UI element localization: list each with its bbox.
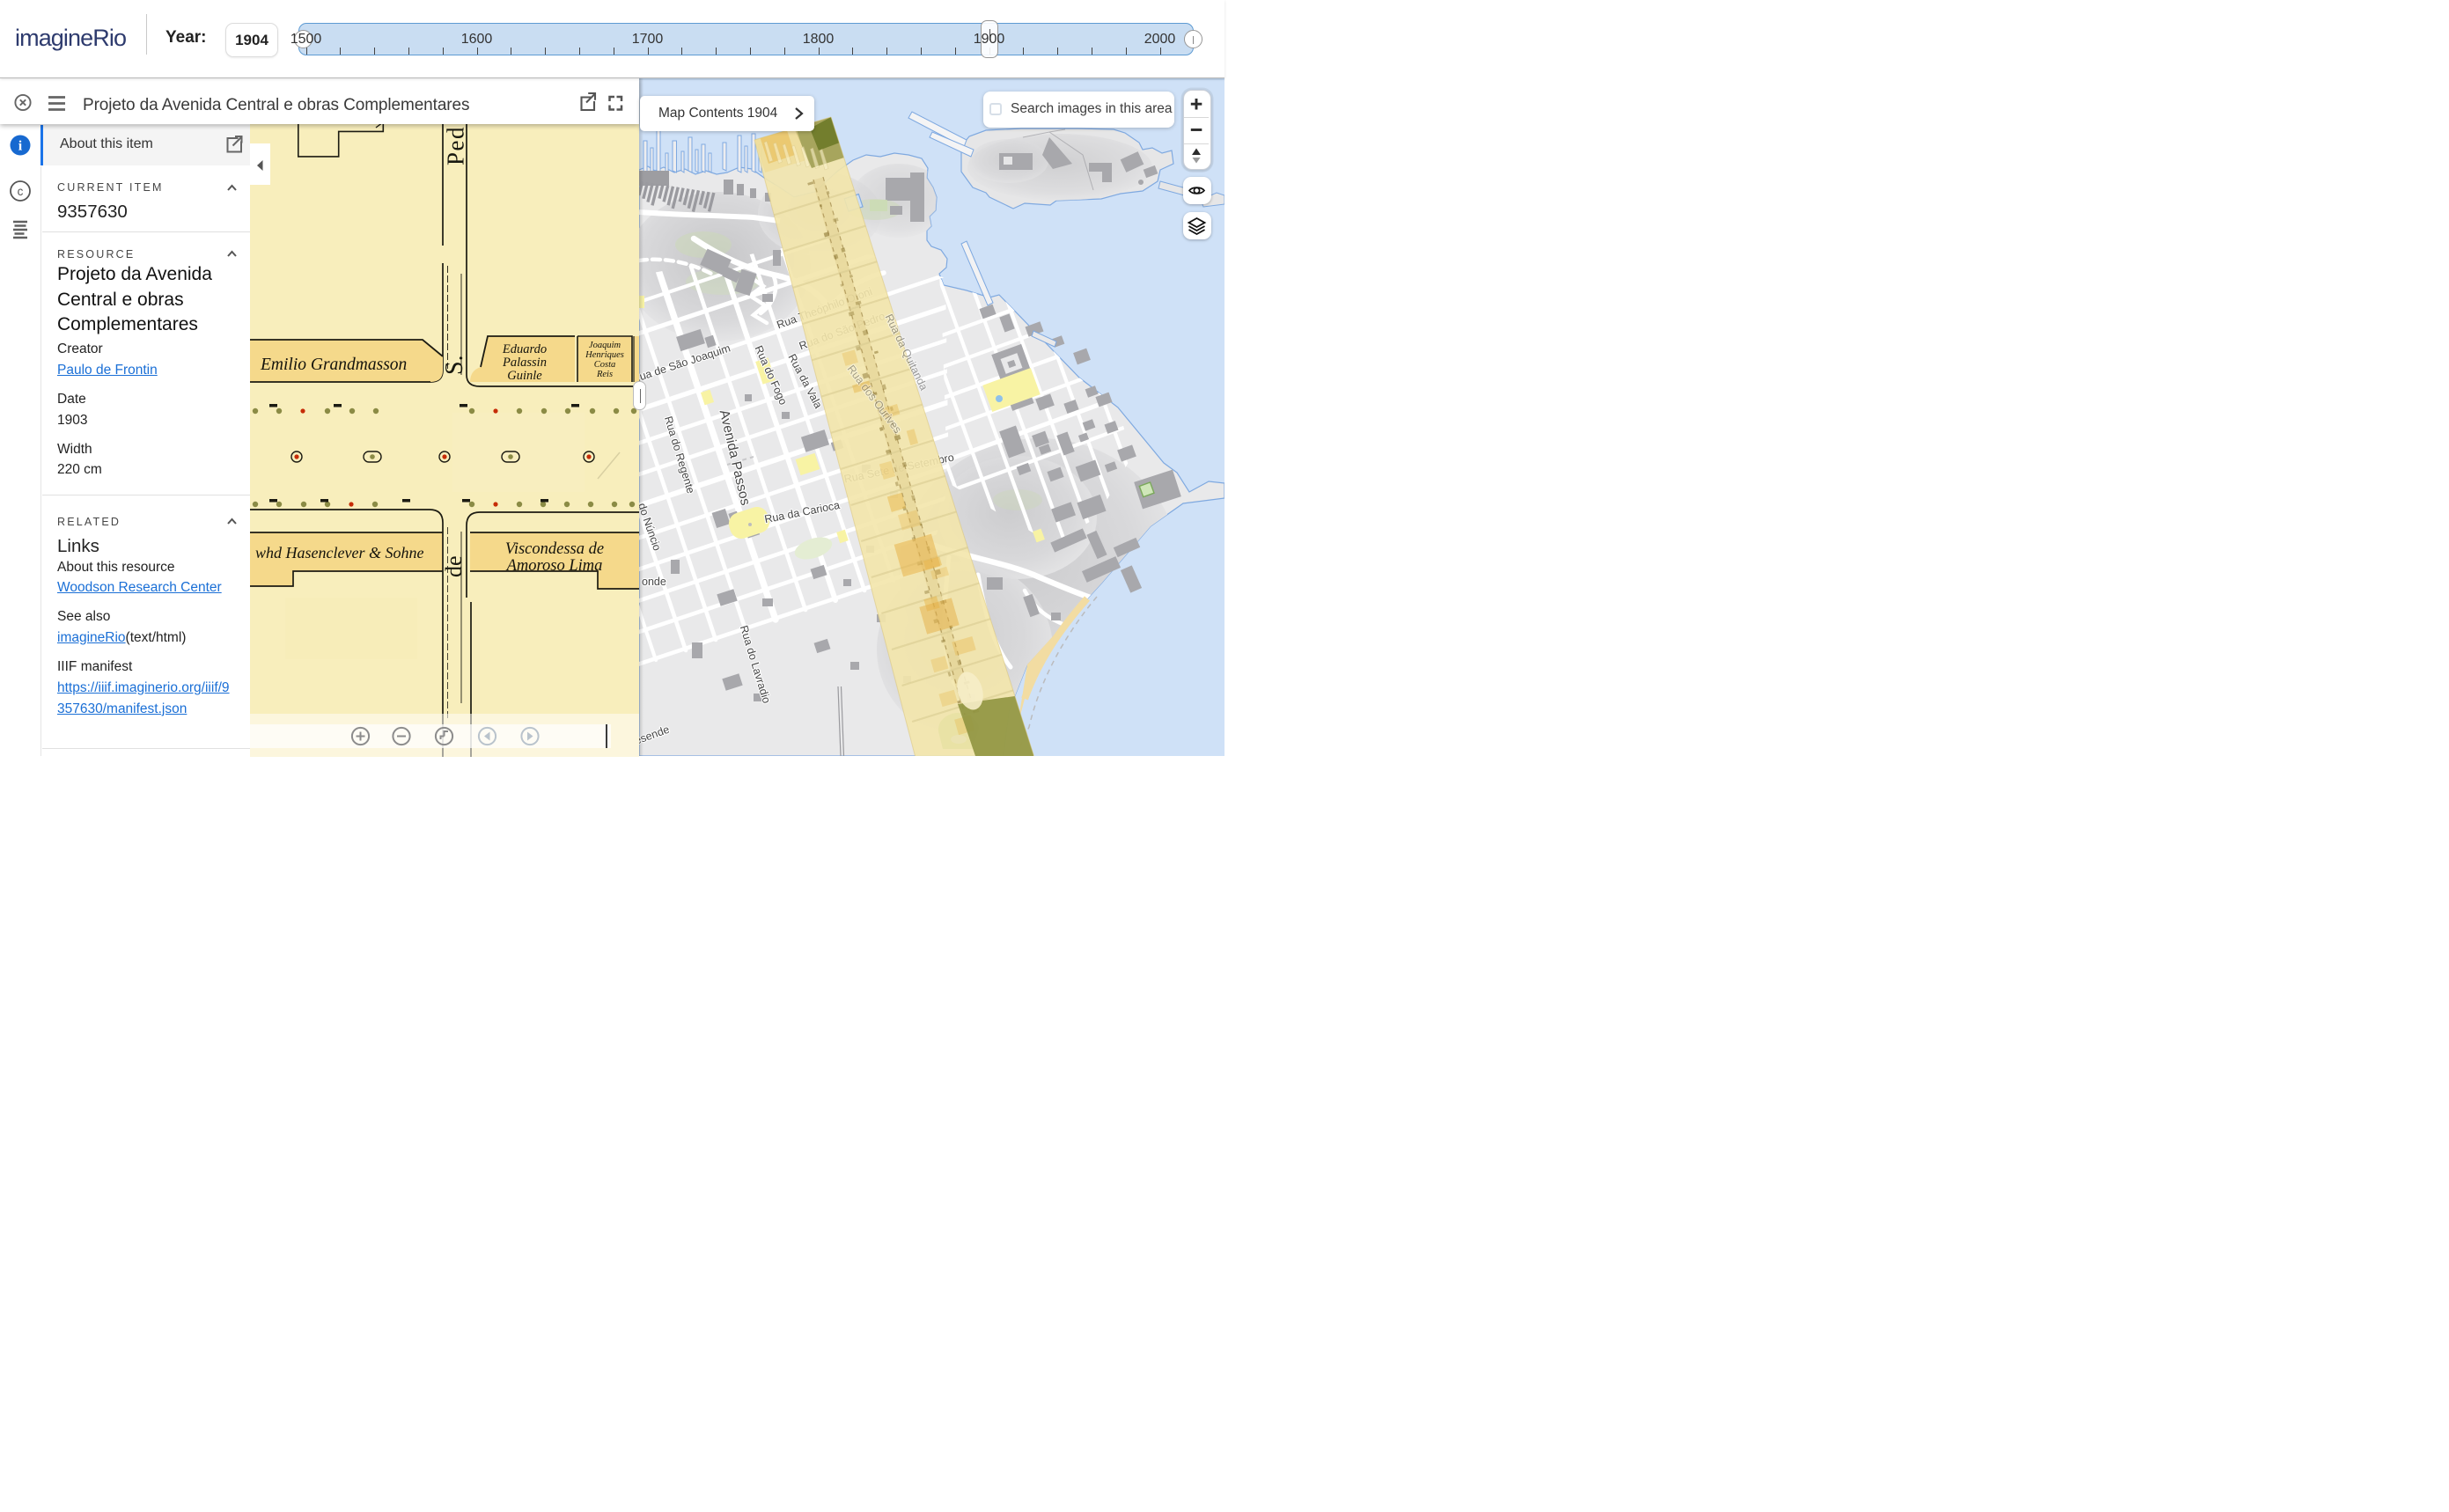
svg-text:i: i bbox=[18, 138, 23, 153]
svg-text:Viscondessa de: Viscondessa de bbox=[505, 540, 604, 558]
svg-text:S.: S. bbox=[441, 355, 468, 375]
svg-text:Costa: Costa bbox=[594, 360, 616, 370]
svg-text:Palassin: Palassin bbox=[502, 356, 547, 370]
svg-text:Ped: Ped bbox=[443, 126, 469, 165]
svg-text:Emilio Grandmasson: Emilio Grandmasson bbox=[260, 356, 407, 374]
svg-text:Reis: Reis bbox=[596, 370, 613, 379]
svg-text:Henriques: Henriques bbox=[585, 350, 624, 360]
svg-text:whd Hasenclever & Sohne: whd Hasenclever & Sohne bbox=[255, 544, 423, 561]
svg-text:Eduardo: Eduardo bbox=[502, 342, 547, 356]
svg-text:c: c bbox=[18, 185, 24, 198]
svg-text:Amoroso Lima: Amoroso Lima bbox=[505, 557, 603, 575]
svg-text:Guinle: Guinle bbox=[507, 369, 542, 383]
svg-text:onde: onde bbox=[642, 576, 666, 588]
svg-text:de: de bbox=[441, 555, 467, 577]
svg-text:Joaquim: Joaquim bbox=[589, 341, 621, 350]
